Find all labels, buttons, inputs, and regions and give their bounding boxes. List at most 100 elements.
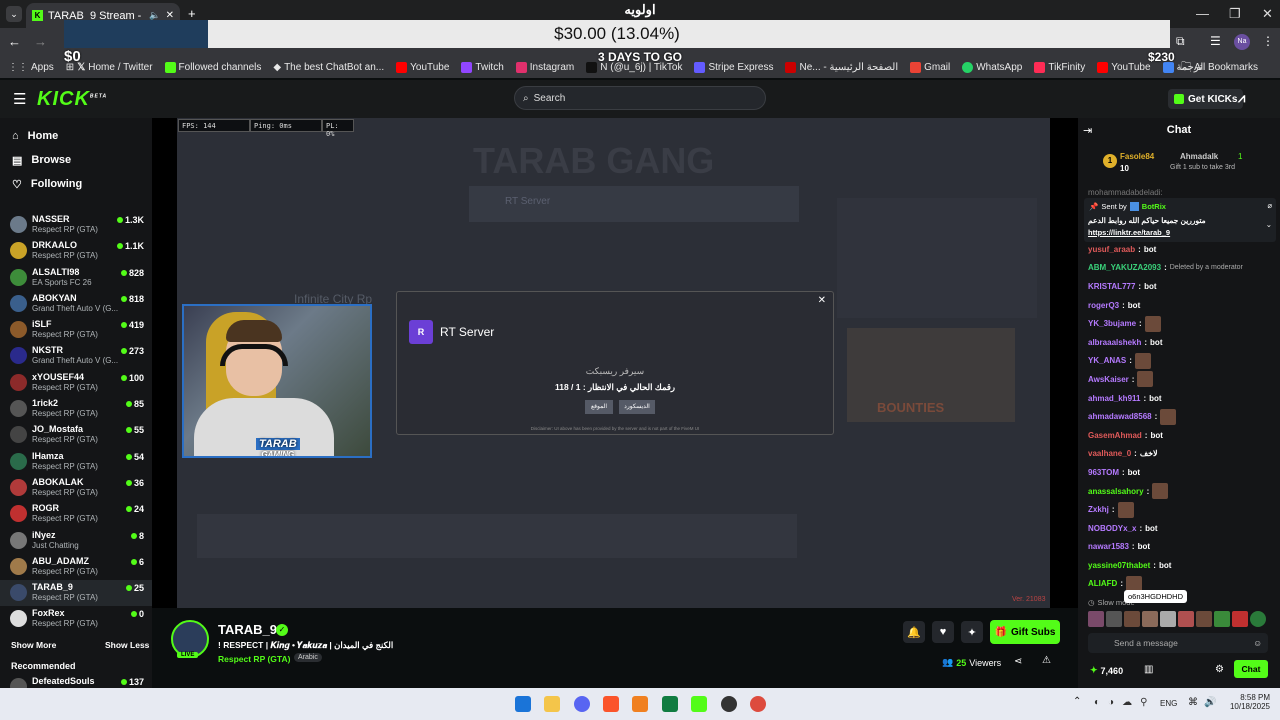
- show-less-button[interactable]: Show Less: [105, 640, 149, 650]
- share-icon[interactable]: ⋖: [1014, 656, 1022, 667]
- sidebar-channel-inyez[interactable]: iNyez Just Chatting 8: [0, 528, 152, 554]
- system-icons[interactable]: ⌘🔊: [1188, 697, 1222, 708]
- chat-username[interactable]: ahmadawad8568: [1088, 412, 1152, 421]
- chat-username[interactable]: yassine07thabet: [1088, 561, 1150, 570]
- back-icon[interactable]: ←: [8, 34, 21, 49]
- chat-emote-icon[interactable]: [1134, 352, 1151, 369]
- emote-icon[interactable]: [1088, 611, 1104, 627]
- emote-icon[interactable]: [1142, 611, 1158, 627]
- website-button[interactable]: الموقع: [585, 400, 613, 414]
- language-indicator[interactable]: ENG: [1160, 699, 1177, 708]
- pinned-link[interactable]: https://linktr.ee/tarab_9: [1088, 228, 1170, 237]
- sidebar-channel-rogr[interactable]: ROGR Respect RP (GTA) 24: [0, 501, 152, 527]
- report-icon[interactable]: ⚠: [1042, 655, 1051, 666]
- chat-username[interactable]: ahmad_kh911: [1088, 394, 1140, 403]
- chrome-icon[interactable]: [750, 696, 766, 712]
- chat-username[interactable]: GasemAhmad: [1088, 431, 1142, 440]
- chat-username[interactable]: Zxkhj: [1088, 505, 1109, 514]
- sidebar-channel-nkstr[interactable]: NKSTR Grand Theft Auto V (G... 273: [0, 343, 152, 369]
- follow-heart-button[interactable]: ♥: [932, 621, 954, 643]
- clock[interactable]: 8:58 PM 10/18/2025: [1222, 693, 1270, 711]
- sidebar-channel-drkaalo[interactable]: DRKAALO Respect RP (GTA) 1.1K: [0, 238, 152, 264]
- sidebar-channel-foxrex[interactable]: FoxRex Respect RP (GTA) 0: [0, 606, 152, 632]
- get-kicks-button[interactable]: Get KICKs: [1168, 89, 1244, 109]
- send-chat-button[interactable]: Chat: [1234, 660, 1268, 678]
- chat-username[interactable]: KRISTAL777: [1088, 282, 1135, 291]
- emote-icon[interactable]: [1160, 611, 1176, 627]
- chat-username[interactable]: YK_ANAS: [1088, 356, 1126, 365]
- chat-emote-icon[interactable]: [1117, 501, 1134, 518]
- extensions-icon[interactable]: ⧉: [1176, 34, 1185, 49]
- chat-username[interactable]: yusuf_araab: [1088, 245, 1135, 254]
- emote-icon[interactable]: [1232, 611, 1248, 627]
- nav-home[interactable]: ⌂ Home: [0, 124, 152, 148]
- tray-chevron-icon[interactable]: ⌃: [1073, 696, 1081, 707]
- unpin-icon[interactable]: ⌀: [1267, 201, 1272, 210]
- sidebar-channel-alsalti98[interactable]: ALSALTI98 EA Sports FC 26 828: [0, 265, 152, 291]
- discord-icon[interactable]: [574, 696, 590, 712]
- forward-icon[interactable]: →: [34, 34, 47, 49]
- chat-username[interactable]: rogerQ3: [1088, 301, 1119, 310]
- start-icon[interactable]: [515, 696, 531, 712]
- chat-emote-icon[interactable]: [1160, 408, 1177, 425]
- file-explorer-icon[interactable]: [544, 696, 560, 712]
- search-box[interactable]: ⌕ Search: [514, 86, 766, 110]
- notification-bell-button[interactable]: 🔔: [903, 621, 925, 643]
- channel-points[interactable]: ✦ 7,460: [1090, 665, 1123, 676]
- sidebar-channel-xyousef44[interactable]: xYOUSEF44 Respect RP (GTA) 100: [0, 370, 152, 396]
- chat-username[interactable]: ALIAFD: [1088, 579, 1117, 588]
- profile-avatar[interactable]: Na: [1234, 34, 1250, 50]
- sidebar-channel-islf[interactable]: iSLF Respect RP (GTA) 419: [0, 317, 152, 343]
- emote-icon[interactable]: [1214, 611, 1230, 627]
- chat-emote-icon[interactable]: [1137, 371, 1154, 388]
- chat-username[interactable]: AwsKaiser: [1088, 375, 1129, 384]
- chat-username[interactable]: nawar1583: [1088, 542, 1129, 551]
- sidebar-channel-1rick2[interactable]: 1rick2 Respect RP (GTA) 85: [0, 396, 152, 422]
- video-player[interactable]: TARAB GANG RT Server Infinite City Rp BO…: [152, 118, 1078, 608]
- sidebar-channel-jo_mostafa[interactable]: JO_Mostafa Respect RP (GTA) 55: [0, 422, 152, 448]
- kick-app-icon[interactable]: [691, 696, 707, 712]
- chat-input[interactable]: Send a message ☺: [1088, 633, 1268, 653]
- app-icon[interactable]: [632, 696, 648, 712]
- recommended-channel[interactable]: DefeatedSouls 137: [0, 674, 152, 688]
- sidebar-channel-abokalak[interactable]: ABOKALAK Respect RP (GTA) 36: [0, 475, 152, 501]
- sidebar-channel-tarab_9[interactable]: TARAB_9 Respect RP (GTA) 25: [0, 580, 152, 607]
- expand-icon[interactable]: ⌄: [1266, 220, 1272, 229]
- chat-emote-icon[interactable]: [1144, 315, 1161, 332]
- chat-username[interactable]: anassalsahory: [1088, 487, 1144, 496]
- emote-icon[interactable]: [1196, 611, 1212, 627]
- hamburger-menu-icon[interactable]: ☰: [13, 90, 26, 108]
- nav-following[interactable]: ♡ Following: [0, 172, 152, 196]
- settings-gear-icon[interactable]: ⚙: [1215, 664, 1224, 675]
- obs-icon[interactable]: [721, 696, 737, 712]
- chat-username[interactable]: ABM_YAKUZA2093: [1088, 263, 1161, 272]
- gift-subs-button[interactable]: 🎁 Gift Subs: [990, 620, 1060, 644]
- emote-icon[interactable]: [1178, 611, 1194, 627]
- chat-username[interactable]: YK_3bujame: [1088, 319, 1136, 328]
- excel-icon[interactable]: [662, 696, 678, 712]
- media-icon[interactable]: ☰: [1210, 34, 1221, 48]
- gift-chest-icon[interactable]: ▥: [1144, 664, 1153, 675]
- sidebar-channel-abokyan[interactable]: ABOKYAN Grand Theft Auto V (G... 818: [0, 291, 152, 317]
- emote-icon[interactable]: [1250, 611, 1266, 627]
- stream-category[interactable]: Respect RP (GTA): [218, 654, 290, 664]
- chat-username[interactable]: albraaalshekh: [1088, 338, 1141, 347]
- nav-browse[interactable]: ▤ Browse: [0, 148, 152, 172]
- kick-user-icon[interactable]: ⩘: [1238, 90, 1245, 106]
- chat-username[interactable]: 963TOM: [1088, 468, 1119, 477]
- brave-icon[interactable]: [603, 696, 619, 712]
- sidebar-channel-ihamza[interactable]: IHamza Respect RP (GTA) 54: [0, 449, 152, 475]
- chat-username[interactable]: vaalhane_0: [1088, 449, 1131, 458]
- emote-icon[interactable]: [1124, 611, 1140, 627]
- emote-icon[interactable]: [1106, 611, 1122, 627]
- kick-logo[interactable]: KICKBETA: [37, 88, 107, 111]
- sidebar-channel-nasser[interactable]: NASSER Respect RP (GTA) 1.3K: [0, 212, 152, 238]
- language-tag[interactable]: Arabic: [294, 653, 322, 662]
- sidebar-channel-abu_adamz[interactable]: ABU_ADAMZ Respect RP (GTA) 6: [0, 554, 152, 580]
- dialog-close-icon[interactable]: ✕: [818, 295, 826, 306]
- add-button[interactable]: ✦: [961, 621, 983, 643]
- chat-username[interactable]: NOBODYx_x: [1088, 524, 1136, 533]
- streamer-name[interactable]: TARAB_9: [218, 622, 277, 637]
- emoji-icon[interactable]: ☺: [1253, 638, 1262, 648]
- discord-button[interactable]: الديسكورد: [619, 400, 655, 414]
